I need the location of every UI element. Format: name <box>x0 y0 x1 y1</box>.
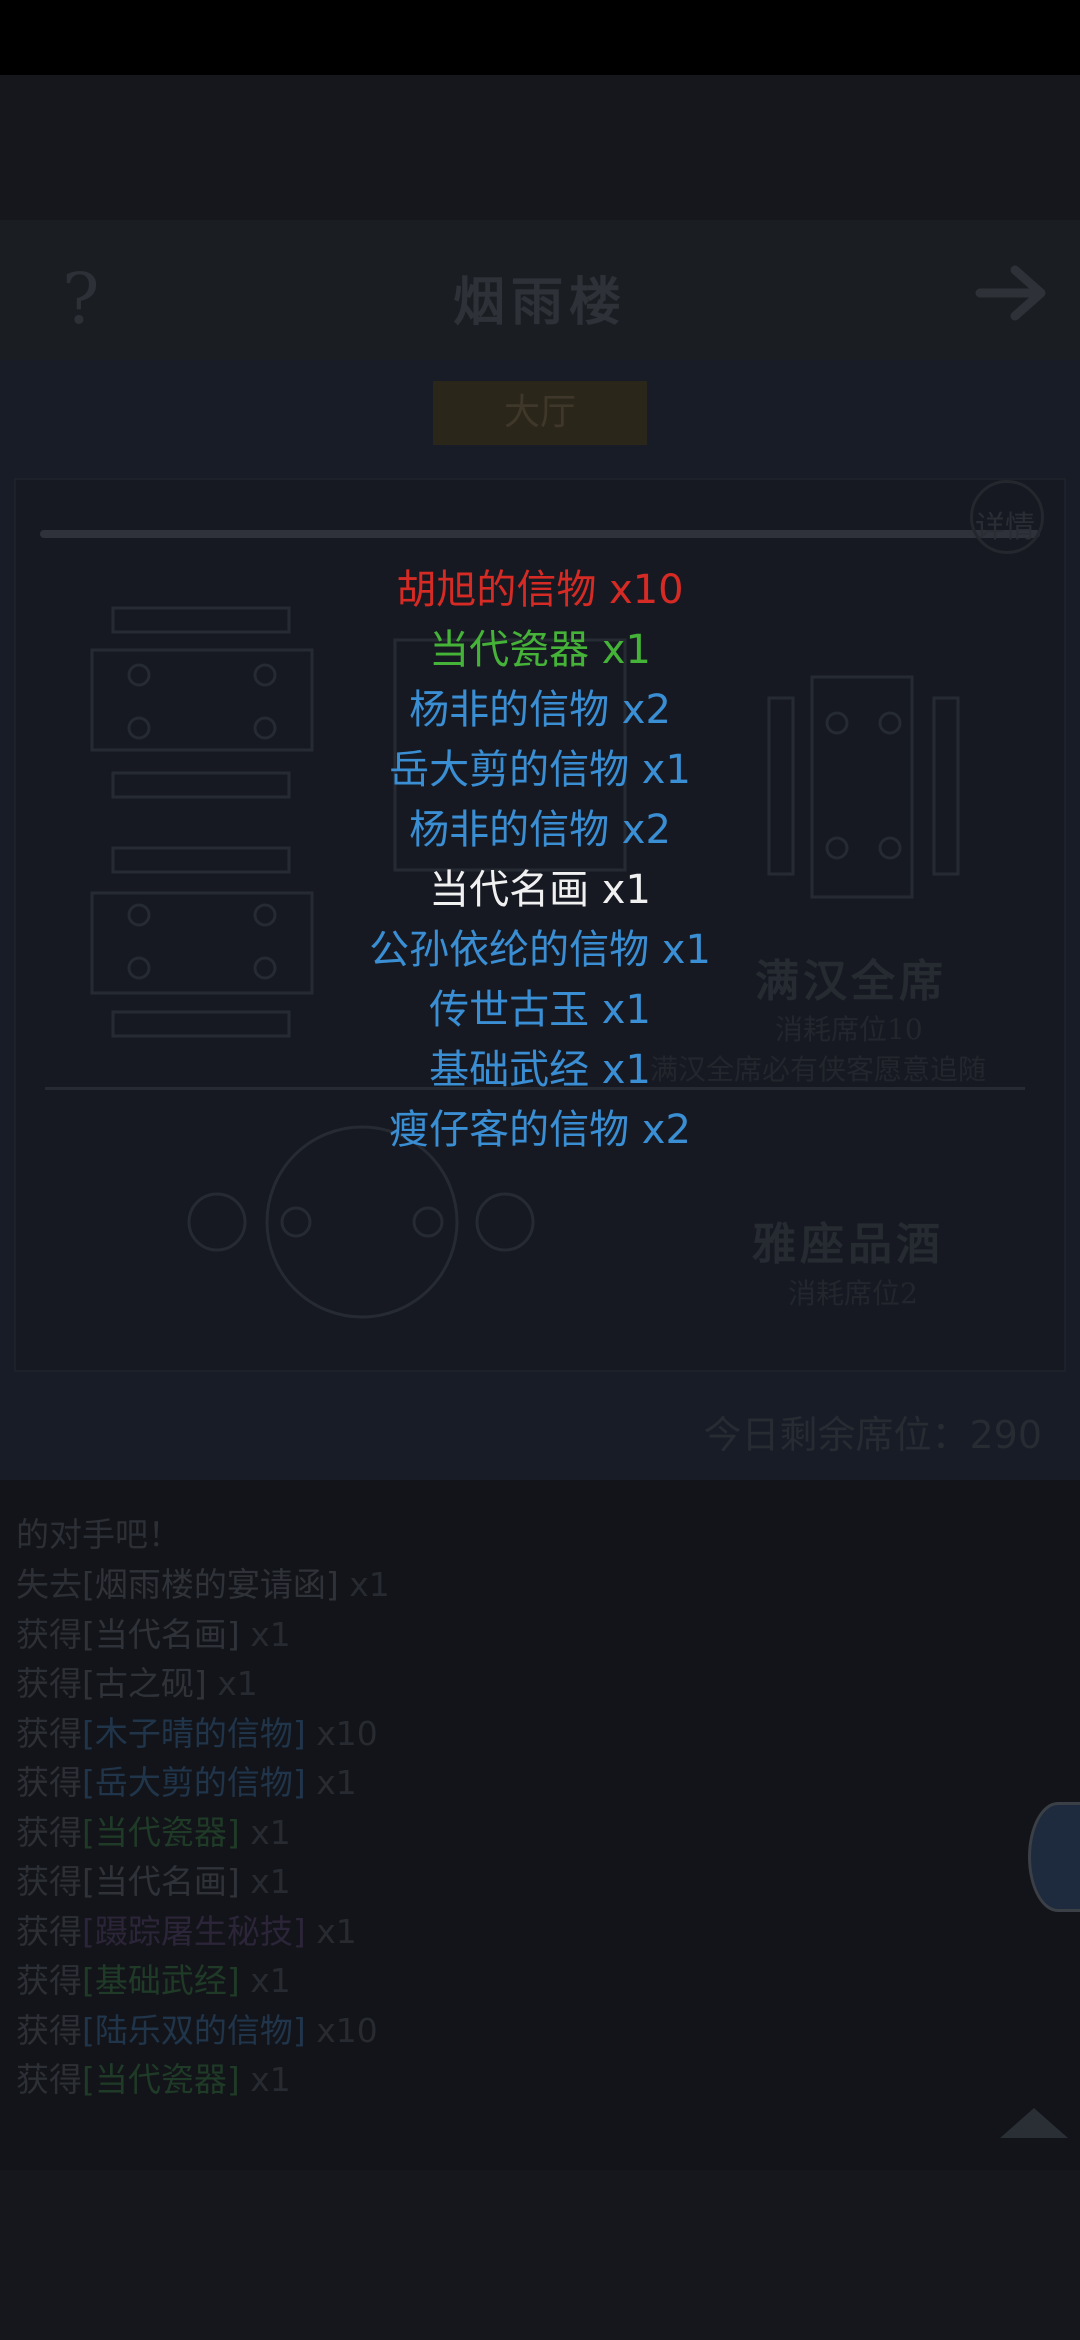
wine-tasting-cost: 消耗席位2 <box>788 1277 918 1310</box>
wine-tasting-title[interactable]: 雅座品酒 <box>752 1208 944 1272</box>
tab-hall[interactable]: 大厅 <box>433 381 647 445</box>
log-entry-qty: x1 <box>305 1763 357 1802</box>
log-entry-qty: x1 <box>338 1565 390 1604</box>
reward-item: 胡旭的信物 x10 <box>0 560 1080 620</box>
reward-item: 瘦仔客的信物 x2 <box>0 1100 1080 1160</box>
reward-item: 传世古玉 x1 <box>0 980 1080 1040</box>
reward-name: 岳大剪的信物 <box>389 747 630 793</box>
log-entry-qty: x1 <box>239 1961 291 2000</box>
reward-qty: x10 <box>596 567 684 613</box>
log-entry-qty: x10 <box>305 2010 378 2050</box>
reward-item: 杨非的信物 x2 <box>0 800 1080 860</box>
log-entry-qty: x1 <box>305 1911 357 1951</box>
seats-remaining: 今日剩余席位：290 <box>703 1413 1042 1457</box>
reward-item: 公孙依纶的信物 x1 <box>0 920 1080 980</box>
log-entry-verb: 获得 <box>16 1911 82 1951</box>
log-entry: 获得[当代瓷器] x1 <box>16 1806 291 1854</box>
reward-name: 当代瓷器 <box>429 627 590 673</box>
log-entry-item: [陆乐双的信物] <box>82 2010 306 2050</box>
log-entry-qty: x1 <box>206 1664 258 1703</box>
event-log[interactable]: 的对手吧！ 失去[烟雨楼的宴请函] x1 获得[当代名画] x1 获得[古之砚] x… <box>0 1480 1080 2170</box>
reward-qty: x1 <box>629 747 691 793</box>
log-entry-verb: 获得 <box>16 1614 82 1654</box>
log-entry-verb: 获得 <box>16 1961 82 2000</box>
log-entry-item: [当代瓷器] <box>82 1812 240 1852</box>
log-entry-qty: x10 <box>305 1713 378 1753</box>
log-entry-verb: 获得 <box>16 1812 82 1852</box>
reward-qty: x2 <box>609 807 671 853</box>
reward-qty: x1 <box>589 1047 651 1093</box>
log-entry: 失去[烟雨楼的宴请函] x1 <box>16 1558 390 1606</box>
log-entry-item: [烟雨楼的宴请函] <box>82 1565 339 1604</box>
reward-qty: x1 <box>649 927 711 973</box>
reward-item: 基础武经 x1 <box>0 1040 1080 1100</box>
reward-name: 公孙依纶的信物 <box>369 927 650 973</box>
log-entry-verb: 获得 <box>16 1713 82 1753</box>
reward-qty: x1 <box>589 987 651 1033</box>
log-entry-qty: x1 <box>239 1862 291 1901</box>
log-entry-item: [蹑踪屠生秘技] <box>82 1911 306 1951</box>
log-entry-verb: 获得 <box>16 2060 82 2099</box>
reward-name: 传世古玉 <box>429 987 590 1033</box>
reward-item: 当代名画 x1 <box>0 860 1080 920</box>
log-entry-item: [基础武经] <box>82 1961 240 2000</box>
log-entry-verb: 获得 <box>16 1763 82 1802</box>
log-entry-item: [当代名画] <box>82 1614 240 1654</box>
reward-qty: x2 <box>629 1107 691 1153</box>
log-entry: 获得[木子晴的信物] x10 <box>16 1707 378 1755</box>
reward-name: 胡旭的信物 <box>396 567 597 613</box>
reward-name: 杨非的信物 <box>409 687 610 733</box>
reward-name: 当代名画 <box>429 867 590 913</box>
log-entry: 获得[基础武经] x1 <box>16 1954 291 2002</box>
log-entry: 获得[当代瓷器] x1 <box>16 2053 291 2101</box>
detail-label[interactable]: 详情 <box>975 502 1035 546</box>
reward-qty: x1 <box>589 627 651 673</box>
log-entry-qty: x1 <box>239 2060 291 2099</box>
log-entry: 获得[蹑踪屠生秘技] x1 <box>16 1905 357 1953</box>
log-entry: 获得[岳大剪的信物] x1 <box>16 1756 357 1804</box>
reward-popup: 胡旭的信物 x10 当代瓷器 x1 杨非的信物 x2 岳大剪的信物 x1 杨非的信物 x… <box>0 560 1080 1160</box>
log-entry-qty: x1 <box>239 1614 291 1654</box>
log-entry: 获得[古之砚] x1 <box>16 1657 258 1705</box>
log-entry-verb: 失去 <box>16 1565 82 1604</box>
reward-name: 瘦仔客的信物 <box>389 1107 630 1153</box>
log-entry: 获得[当代名画] x1 <box>16 1855 291 1903</box>
page-title: 烟雨楼 <box>452 272 627 333</box>
scroll-up-icon[interactable] <box>1000 2108 1068 2138</box>
log-entry-item: [当代瓷器] <box>82 2060 240 2099</box>
log-entry-qty: x1 <box>239 1812 291 1852</box>
reward-qty: x2 <box>609 687 671 733</box>
log-entry-item: [当代名画] <box>82 1862 240 1901</box>
log-entry: 获得[陆乐双的信物] x10 <box>16 2004 378 2052</box>
reward-item: 当代瓷器 x1 <box>0 620 1080 680</box>
reward-qty: x1 <box>589 867 651 913</box>
log-entry-item: [古之砚] <box>82 1664 207 1703</box>
reward-item: 岳大剪的信物 x1 <box>0 740 1080 800</box>
reward-item: 杨非的信物 x2 <box>0 680 1080 740</box>
log-entry: 获得[当代名画] x1 <box>16 1608 291 1656</box>
log-entry-item: [木子晴的信物] <box>82 1713 306 1753</box>
reward-name: 杨非的信物 <box>409 807 610 853</box>
log-entry-verb: 获得 <box>16 1664 82 1703</box>
log-entry-verb: 获得 <box>16 2010 82 2050</box>
side-menu-widget[interactable] <box>1028 1802 1080 1912</box>
log-intro-tail: 的对手吧！ <box>16 1515 181 1554</box>
log-entry-verb: 获得 <box>16 1862 82 1901</box>
reward-name: 基础武经 <box>429 1047 590 1093</box>
status-bar <box>0 0 1080 75</box>
arrow-right-icon[interactable] <box>975 258 1055 328</box>
log-entry-item: [岳大剪的信物] <box>82 1763 306 1802</box>
brush-divider <box>40 530 1040 538</box>
